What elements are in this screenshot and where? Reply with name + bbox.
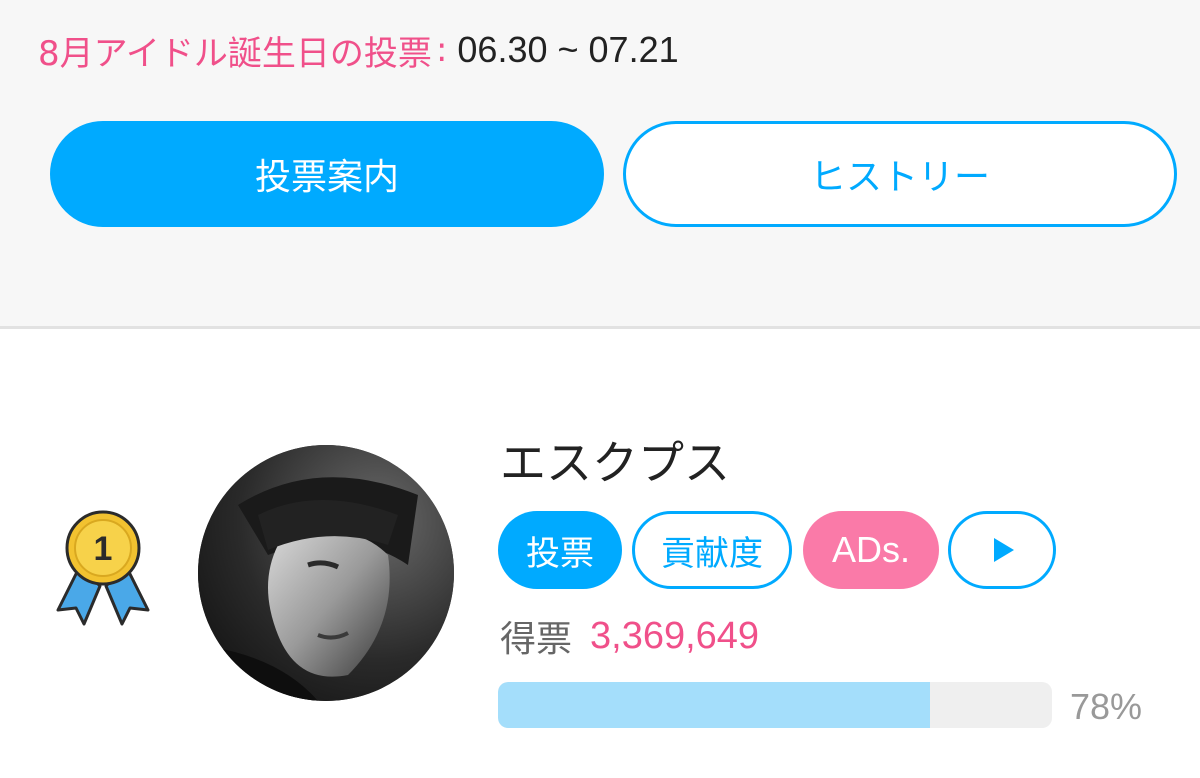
votes-row: 得票 3,369,649 [500,610,759,662]
votes-count: 3,369,649 [590,614,760,657]
vote-period-separator: : [435,30,448,70]
contribution-button[interactable]: 貢献度 [632,511,792,589]
vote-progress-bar [498,682,1052,728]
play-icon [994,538,1014,562]
avatar-photo [198,445,454,701]
vote-period-label: 8月アイドル誕生日の投票 [38,33,432,74]
idol-avatar[interactable] [198,445,454,701]
idol-name: エスクプス [500,436,730,490]
medal-rank-number: 1 [94,530,113,568]
vote-button[interactable]: 投票 [498,511,622,589]
history-button[interactable]: ヒストリー [623,121,1177,227]
votes-label: 得票 [500,619,573,660]
vote-period-dates: 06.30 ~ 07.21 [457,29,679,70]
vote-progress-percent: 78% [1070,686,1143,727]
gold-medal-icon: 1 [56,510,150,626]
vote-guide-button[interactable]: 投票案内 [50,121,604,227]
vote-progress-fill [498,682,931,728]
section-divider [0,326,1200,329]
vote-period: 8月アイドル誕生日の投票 : 06.30 ~ 07.21 [38,28,679,74]
ads-button[interactable]: ADs. [803,511,939,589]
vote-header-section: 8月アイドル誕生日の投票 : 06.30 ~ 07.21 投票案内 ヒストリー [0,0,1200,327]
play-button[interactable] [948,511,1056,589]
